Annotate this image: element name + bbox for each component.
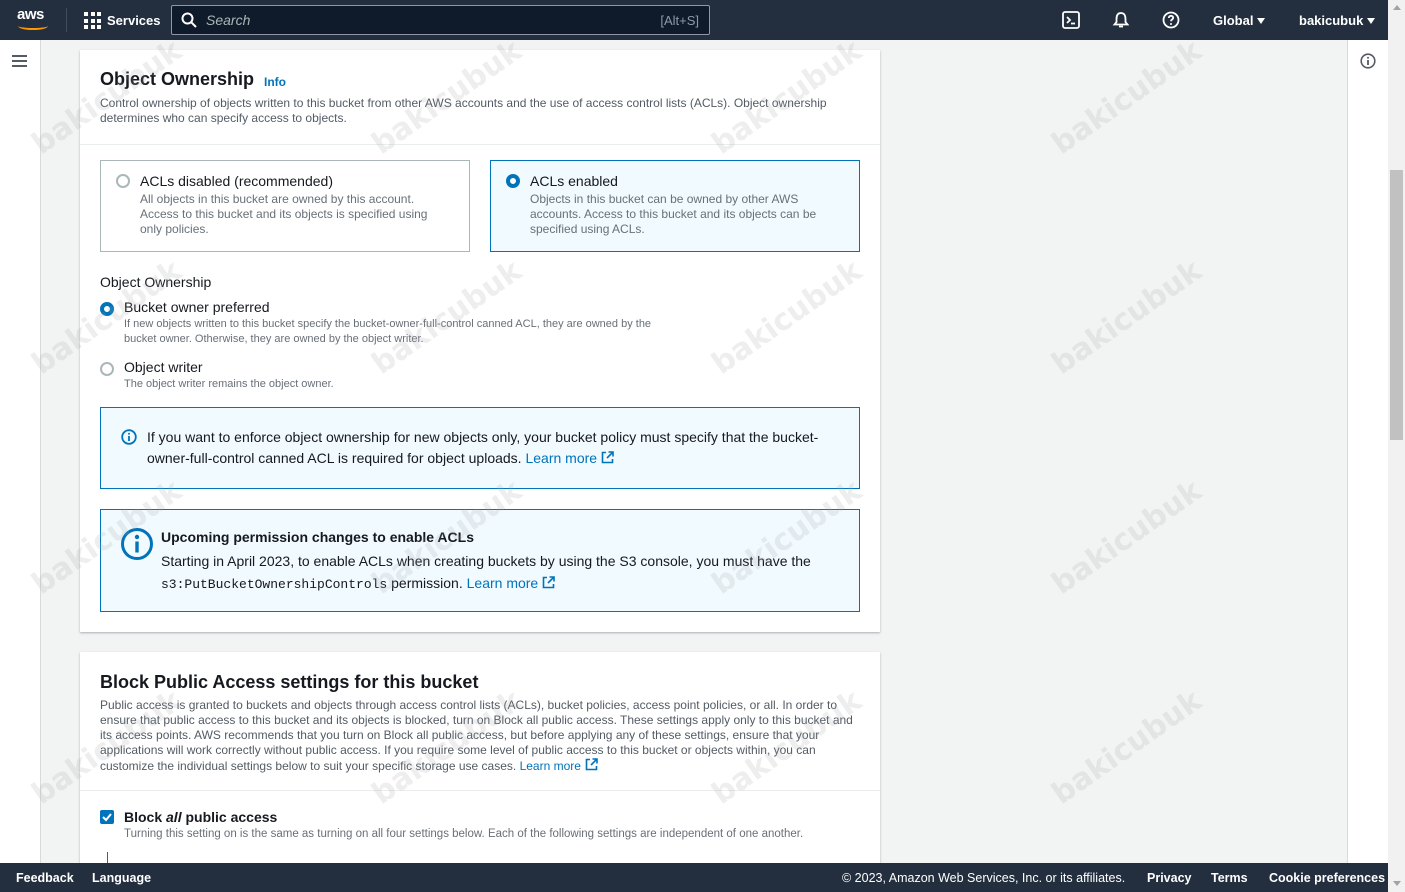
option-label: Bucket owner preferred [124,299,270,315]
account-menu[interactable]: bakicubuk [1299,13,1376,28]
external-link-icon [585,758,598,771]
radio-acls-disabled[interactable] [116,174,130,188]
region-label: Global [1213,13,1254,28]
description-text: Public access is granted to buckets and … [100,698,853,773]
menu-hamburger-icon[interactable] [12,55,27,67]
language-link[interactable]: Language [92,871,151,885]
cloudshell-icon[interactable] [1062,11,1080,29]
tile-acls-disabled[interactable]: ACLs disabled (recommended) All objects … [100,160,470,252]
account-username: bakicubuk [1299,13,1364,28]
block-public-access-panel: Block Public Access settings for this bu… [80,652,880,867]
watermark: bakicubuk [1045,253,1209,382]
grid-icon [84,12,101,29]
cookie-preferences-link[interactable]: Cookie preferences [1269,871,1385,885]
option-description: If new objects written to this bucket sp… [124,318,652,345]
page-scrollbar[interactable] [1388,0,1405,892]
radio-bucket-owner-preferred[interactable] [100,302,114,316]
scroll-up-arrow-icon[interactable] [1393,5,1401,10]
aws-logo-text: aws [17,6,44,23]
alert-message-end: permission. [391,575,463,591]
alert-message: Starting in April 2023, to enable ACLs w… [161,553,811,569]
aws-smile-icon [18,22,48,30]
terms-link[interactable]: Terms [1211,871,1248,885]
panel-description: Public access is granted to buckets and … [100,698,862,774]
privacy-link[interactable]: Privacy [1147,871,1191,885]
external-link-icon [601,451,614,464]
panel-header: Object Ownership Info Control ownership … [80,50,880,145]
help-icon[interactable] [1162,11,1180,29]
watermark: bakicubuk [1045,683,1209,812]
checkmark-icon [102,813,112,822]
info-panel-icon[interactable] [1360,53,1376,69]
region-selector[interactable]: Global [1213,13,1266,28]
permission-code: s3:PutBucketOwnershipControls [161,577,388,592]
panel-description: Control ownership of objects written to … [100,96,827,125]
notifications-bell-icon[interactable] [1112,11,1130,29]
services-label: Services [107,13,161,28]
caret-down-icon [1257,17,1266,24]
right-tools-rail [1347,40,1388,863]
checkbox-description: Turning this setting on is the same as t… [124,828,804,840]
info-alert-bucket-policy: If you want to enforce object ownership … [100,407,860,489]
alert-text: Starting in April 2023, to enable ACLs w… [161,550,851,596]
services-menu-button[interactable]: Services [84,12,161,29]
left-navigation-rail [0,40,41,863]
panel-title: Object Ownership [100,69,255,89]
scrollbar-thumb[interactable] [1390,170,1403,440]
top-navigation: aws Services [Alt+S] Global bakicubuk [0,0,1388,40]
tile-label: ACLs enabled [530,173,618,189]
radio-object-writer[interactable] [100,362,114,376]
search-input[interactable] [206,12,606,28]
watermark: bakicubuk [1045,473,1209,602]
option-label: Object writer [124,359,203,375]
nav-divider [66,8,67,32]
search-icon [181,12,197,28]
scroll-down-arrow-icon[interactable] [1393,881,1401,886]
tile-description: All objects in this bucket are owned by … [140,192,428,236]
learn-more-link[interactable]: Learn more [525,450,614,466]
object-ownership-field-label: Object Ownership [100,274,212,290]
info-icon [121,429,137,445]
caret-down-icon [1367,17,1376,24]
object-ownership-panel: Object Ownership Info Control ownership … [80,50,880,632]
alert-message: If you want to enforce object ownership … [147,429,819,466]
learn-more-link[interactable]: Learn more [467,575,556,591]
feedback-link[interactable]: Feedback [16,871,74,885]
watermark: bakicubuk [1045,33,1209,162]
info-link[interactable]: Info [264,75,286,89]
info-alert-upcoming-changes: Upcoming permission changes to enable AC… [100,509,860,612]
checkbox-label: Block all public access [124,809,278,825]
aws-logo[interactable]: aws [17,7,51,33]
search-box[interactable]: [Alt+S] [171,5,710,35]
panel-header: Block Public Access settings for this bu… [80,652,880,791]
info-icon [121,528,153,560]
panel-title: Block Public Access settings for this bu… [100,672,479,692]
alert-text: If you want to enforce object ownership … [147,427,837,469]
radio-acls-enabled[interactable] [506,174,520,188]
copyright-text: © 2023, Amazon Web Services, Inc. or its… [842,871,1126,885]
learn-more-link[interactable]: Learn more [520,758,598,773]
footer: Feedback Language © 2023, Amazon Web Ser… [0,863,1388,892]
alert-title: Upcoming permission changes to enable AC… [161,529,474,545]
option-description: The object writer remains the object own… [124,378,334,390]
external-link-icon [542,576,556,589]
tile-label: ACLs disabled (recommended) [140,173,333,189]
tile-acls-enabled[interactable]: ACLs enabled Objects in this bucket can … [490,160,860,252]
search-shortcut-hint: [Alt+S] [660,13,699,28]
block-all-public-access-checkbox[interactable] [100,810,114,824]
tile-description: Objects in this bucket can be owned by o… [530,192,817,236]
